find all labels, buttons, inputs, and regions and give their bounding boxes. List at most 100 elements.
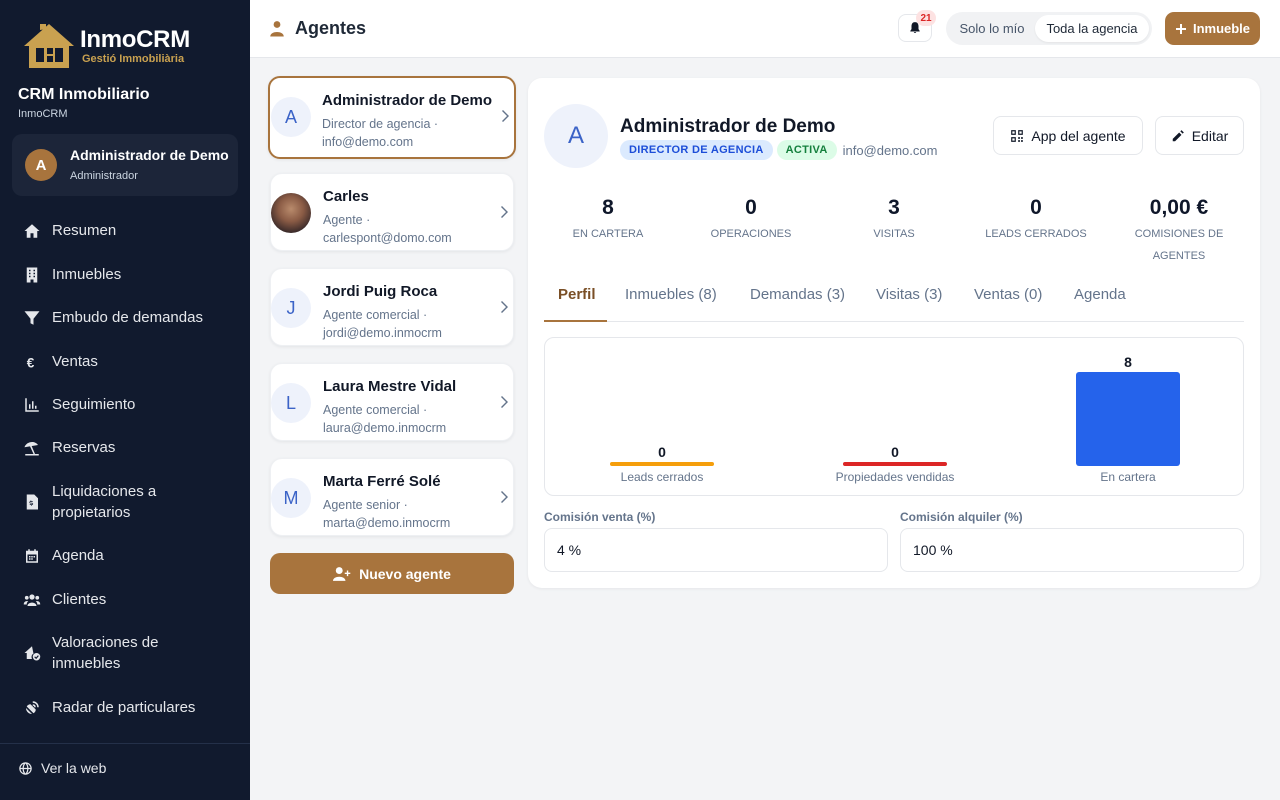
stat-label: EN CARTERA [572,228,644,240]
edit-label: Editar [1191,127,1229,144]
chart-data-label: 0 [658,444,666,460]
tab-perfil[interactable]: Perfil [558,286,596,303]
agent-card-laura[interactable]: L Laura Mestre Vidal Agente comercial · … [270,363,514,441]
notification-count-badge: 21 [916,10,936,26]
house-check-icon [12,644,52,662]
new-agent-button[interactable]: Nuevo agente [270,553,514,594]
edit-button[interactable]: Editar [1155,116,1244,155]
sidebar-item-inmuebles[interactable]: Inmuebles [12,264,238,285]
sidebar-item-label: Valoraciones de inmuebles [52,634,159,672]
sidebar-item-label: Reservas [52,439,116,456]
sidebar-item-liquidaciones[interactable]: Liquidaciones a propietarios [12,481,238,523]
sidebar-item-seguimiento[interactable]: Seguimiento [12,394,238,415]
sidebar-item-ventas[interactable]: € Ventas [12,351,238,372]
sidebar-item-label: Agenda [52,547,104,564]
agent-name: Laura Mestre Vidal [323,378,457,395]
topbar: Agentes 21 Solo lo mío Toda la agencia I… [250,0,1280,58]
add-inmueble-button[interactable]: Inmueble [1165,12,1260,45]
svg-text:€: € [27,355,35,370]
agent-details: Agente · carlespont@domo.com [323,211,452,247]
logo-house-icon [20,20,78,72]
agent-role: Agente comercial · [323,403,428,417]
sidebar-item-label: Radar de particulares [52,699,196,716]
scope-toggle: Solo lo mío Toda la agencia [946,12,1152,45]
tab-visitas[interactable]: Visitas (3) [876,286,942,303]
chevron-right-icon [499,300,511,314]
sidebar-item-radar[interactable]: Radar de particulares [12,697,238,718]
agent-icon [270,20,284,36]
chart-data-label: 0 [891,444,899,460]
agent-email: jordi@demo.inmocrm [323,326,442,340]
stat-value: 0,00 € [1149,196,1209,219]
agent-details: Agente comercial · jordi@demo.inmocrm [323,306,442,342]
agent-card-marta[interactable]: M Marta Ferré Solé Agente senior · marta… [270,458,514,536]
stat-value: 3 [888,196,900,219]
stat-comisiones: 0,00 € COMISIONES DE AGENTES [1109,196,1249,267]
sidebar-item-label: Liquidaciones a propietarios [52,483,157,521]
agent-details: Agente comercial · laura@demo.inmocrm [323,401,446,437]
current-user-card[interactable]: A Administrador de Demo Administrador [12,134,238,196]
invoice-icon [12,493,52,511]
sidebar-item-clientes[interactable]: Clientes [12,589,238,610]
sidebar-item-label: Ventas [52,353,98,370]
status-badge: ACTIVA [776,140,837,160]
tab-agenda[interactable]: Agenda [1074,286,1126,303]
sidebar-item-label: Inmuebles [52,266,122,283]
euro-icon: € [12,353,52,371]
active-tab-indicator [544,320,607,322]
ver-web-link[interactable]: Ver la web [18,760,106,776]
agent-role: Agente comercial · [323,308,428,322]
detail-tabs: Perfil Inmuebles (8) Demandas (3) Visita… [544,274,1244,322]
agent-card-carles[interactable]: Carles Agente · carlespont@domo.com [270,173,514,251]
tab-ventas[interactable]: Ventas (0) [974,286,1042,303]
sidebar-item-embudo[interactable]: Embudo de demandas [12,307,238,328]
chevron-right-icon [499,205,511,219]
chart-bar-1 [843,462,947,466]
divider [0,743,250,744]
sidebar-item-label: Clientes [52,591,107,608]
sidebar-item-reservas[interactable]: Reservas [12,437,238,458]
agent-name: Jordi Puig Roca [323,283,438,300]
agent-card-administrador[interactable]: A Administrador de Demo Director de agen… [268,76,516,159]
sidebar-item-resumen[interactable]: Resumen [12,220,238,241]
scope-option-mine[interactable]: Solo lo mío [949,15,1035,42]
agent-email: carlespont@domo.com [323,231,452,245]
chart-svg: 0 Leads cerrados 0 Propiedades vendidas 8 En … [610,354,1180,484]
commission-rent-field[interactable]: 100 % [900,528,1244,572]
logo[interactable]: InmoCRM Gestió Immobiliària [20,18,240,74]
globe-icon [19,761,32,775]
page-title-text: Agentes [295,18,367,38]
sidebar-item-agenda[interactable]: Agenda [12,545,238,566]
stat-label: VISITAS [873,228,915,240]
chart-category-label: Leads cerrados [621,470,704,484]
tab-inmuebles[interactable]: Inmuebles (8) [625,286,717,303]
sidebar-item-label: Resumen [52,222,117,239]
chart-category-label: En cartera [1100,470,1156,484]
agent-name: Administrador de Demo [322,92,493,109]
page-title: Agentes [268,18,366,39]
detail-badges: DIRECTOR DE AGENCIA ACTIVA info@demo.com [620,140,937,160]
agent-app-button[interactable]: App del agente [993,116,1143,155]
chart-data-label: 8 [1124,354,1132,370]
scope-option-agency[interactable]: Toda la agencia [1035,15,1149,42]
brand-subtitle: Gestió Immobiliària [82,53,185,65]
tab-demandas[interactable]: Demandas (3) [750,286,845,303]
sidebar-item-label: Embudo de demandas [52,309,203,326]
org-subtitle: InmoCRM [18,108,68,120]
commission-rent-label: Comisión alquiler (%) [900,510,1023,524]
ver-web-label: Ver la web [41,760,107,776]
satellite-icon [12,699,52,717]
agent-email: info@demo.com [322,135,414,149]
agent-card-jordi[interactable]: J Jordi Puig Roca Agente comercial · jor… [270,268,514,346]
new-agent-label: Nuevo agente [359,565,451,582]
brand-title: InmoCRM [80,26,190,53]
agent-email: laura@demo.inmocrm [323,421,447,435]
detail-email: info@demo.com [842,142,938,158]
add-user-icon [333,566,351,581]
agent-role: Agente · [323,213,371,227]
avatar: A [544,104,608,168]
umbrella-icon [12,439,52,457]
stat-value: 0 [745,196,757,219]
commission-sale-field[interactable]: 4 % [544,528,888,572]
sidebar-item-valoraciones[interactable]: Valoraciones de inmuebles [12,632,238,674]
